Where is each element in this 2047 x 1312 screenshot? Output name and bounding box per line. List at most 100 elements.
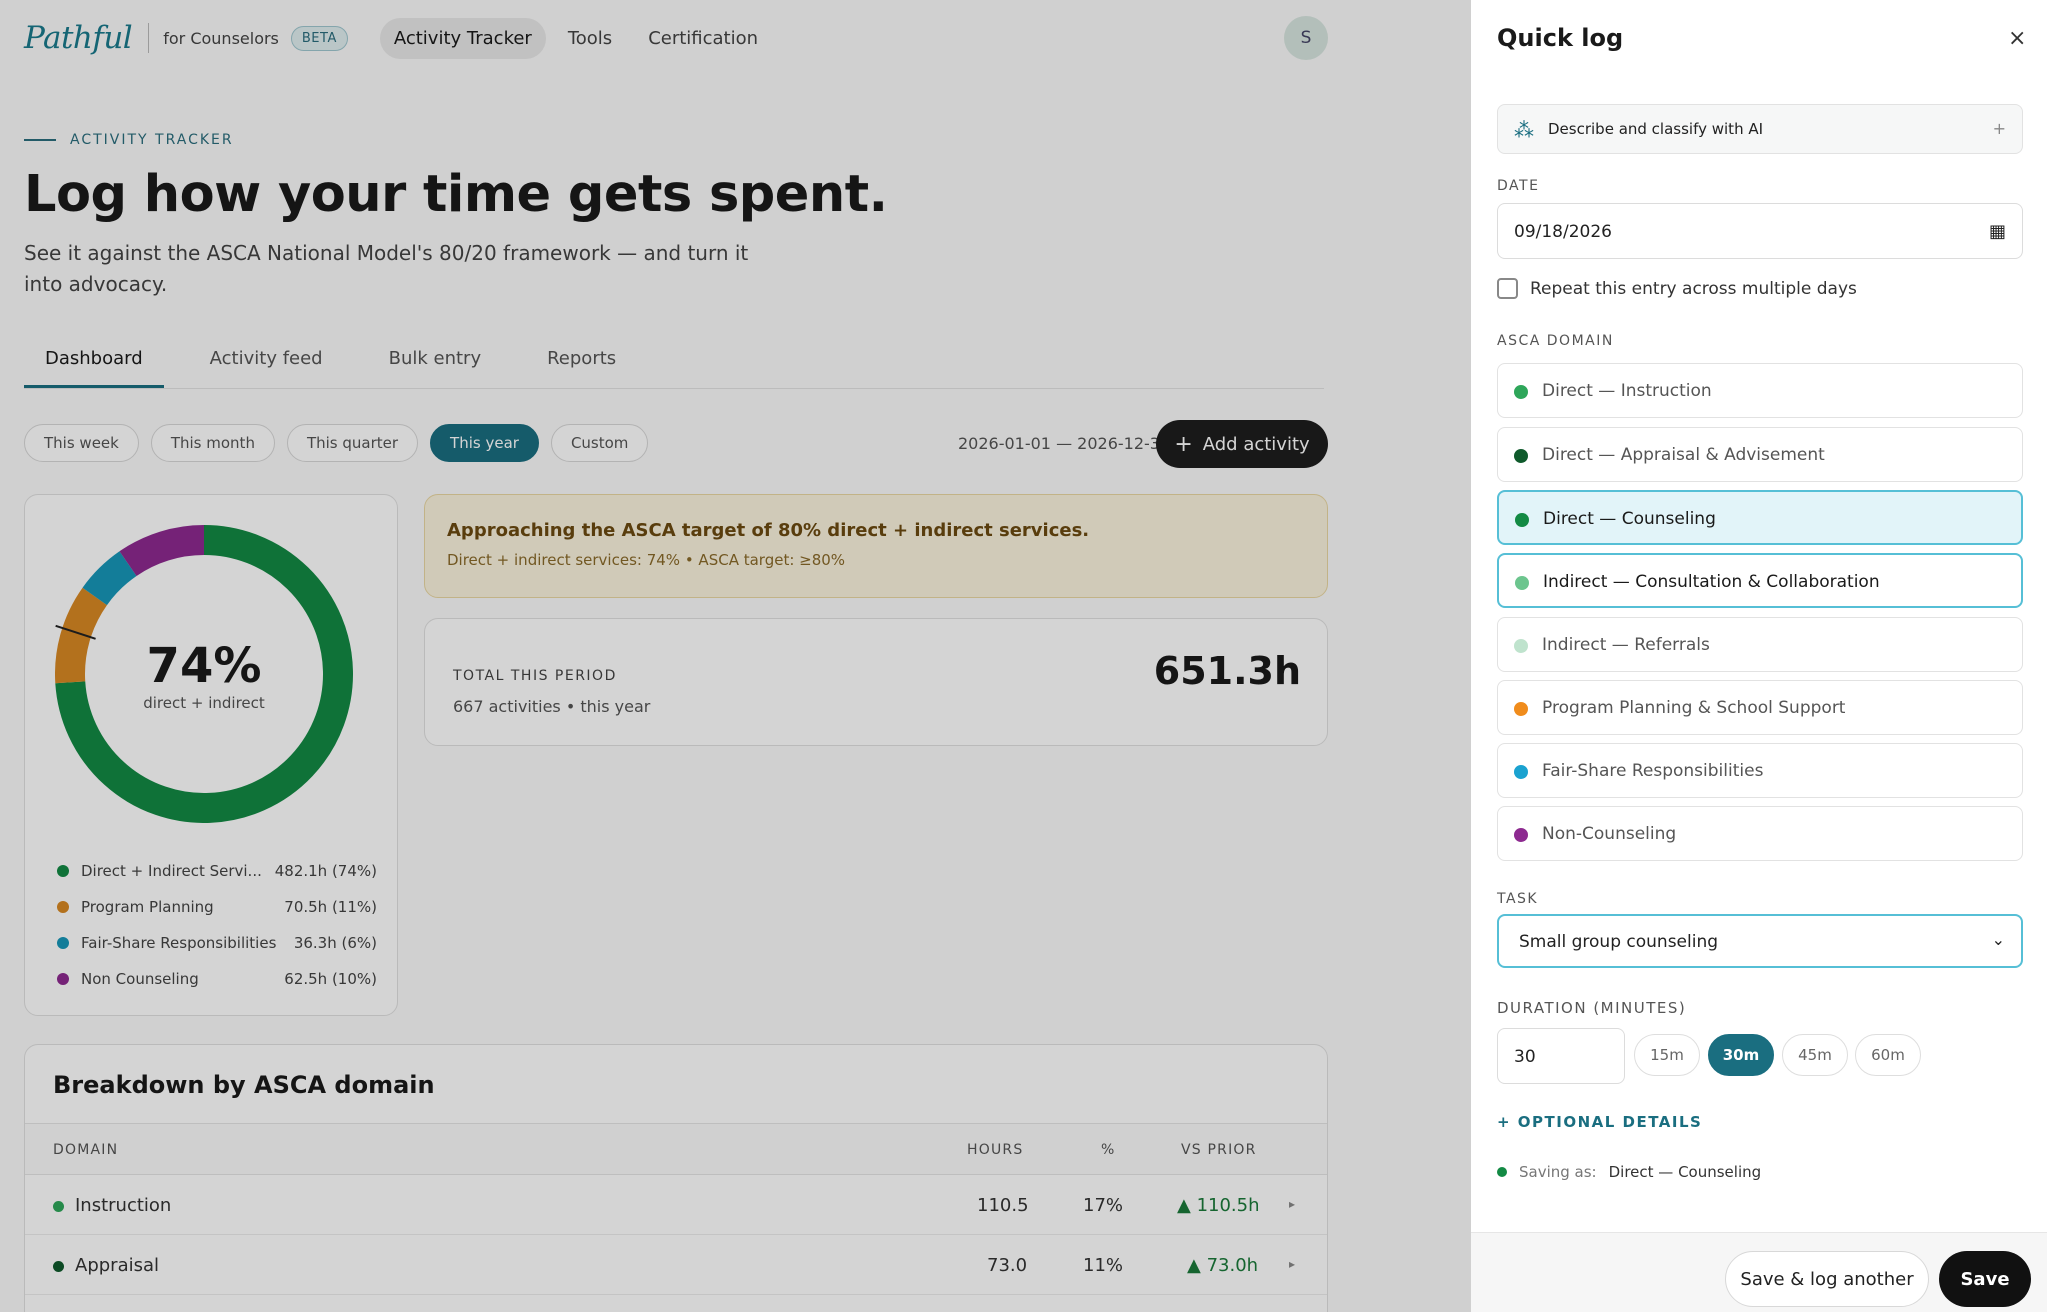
- tab-dashboard[interactable]: Dashboard: [24, 340, 164, 388]
- tab-reports[interactable]: Reports: [527, 340, 636, 388]
- eyebrow-text: ACTIVITY TRACKER: [70, 132, 234, 148]
- legend-name: Fair-Share Responsibilities: [81, 934, 277, 952]
- period-this-year[interactable]: This year: [430, 424, 539, 462]
- duration-value: 30: [1514, 1047, 1536, 1067]
- period-custom[interactable]: Custom: [550, 424, 649, 462]
- legend-value: 36.3h (6%): [293, 934, 377, 952]
- chevron-right-icon[interactable]: ▸: [1289, 1257, 1295, 1271]
- duration-preset-60m[interactable]: 60m: [1855, 1034, 1921, 1076]
- task-value: Small group counseling: [1519, 932, 1719, 952]
- domain-option-consultation[interactable]: Indirect — Consultation & Collaboration: [1497, 553, 2023, 608]
- top-nav: Pathful for Counselors BETA Activity Tra…: [0, 0, 1471, 76]
- chevron-right-icon[interactable]: ▸: [1289, 1197, 1295, 1211]
- legend-value: 70.5h (11%): [284, 898, 377, 916]
- add-activity-button[interactable]: + Add activity: [1156, 420, 1328, 468]
- legend-name: Non Counseling: [81, 970, 199, 988]
- tab-activity-feed[interactable]: Activity feed: [190, 340, 343, 388]
- repeat-option[interactable]: Repeat this entry across multiple days: [1497, 278, 1857, 299]
- domain-dot: [1515, 513, 1529, 527]
- legend-name: Direct + Indirect Servi...: [81, 862, 262, 880]
- th-vs-prior: VS PRIOR: [1181, 1142, 1257, 1158]
- period-this-month[interactable]: This month: [150, 424, 275, 462]
- domain-option-counseling[interactable]: Direct — Counseling: [1497, 490, 2023, 545]
- domain-option-referrals[interactable]: Indirect — Referrals: [1497, 617, 2023, 672]
- domain-dot: [53, 1201, 64, 1212]
- th-domain: DOMAIN: [53, 1142, 119, 1158]
- date-range: 2026-01-01 — 2026-12-31: [958, 434, 1171, 453]
- domain-dot: [1515, 576, 1529, 590]
- panel-footer: Save & log another Save: [1471, 1232, 2047, 1312]
- total-value: 651.3h: [1153, 649, 1301, 693]
- legend-dot: [57, 865, 69, 877]
- legend-dot: [57, 937, 69, 949]
- period-filters: This week This month This quarter This y…: [24, 424, 649, 462]
- tab-bulk-entry[interactable]: Bulk entry: [369, 340, 502, 388]
- donut-segment-3[interactable]: [119, 525, 205, 577]
- date-field[interactable]: 09/18/2026 ▦: [1497, 203, 2023, 259]
- date-value: 09/18/2026: [1514, 222, 1612, 242]
- donut-segment-2[interactable]: [82, 551, 137, 606]
- main-nav: Activity Tracker Tools Certification: [379, 17, 772, 59]
- total-label: TOTAL THIS PERIOD: [453, 668, 617, 684]
- nav-certification[interactable]: Certification: [634, 18, 772, 59]
- alert-title: Approaching the ASCA target of 80% direc…: [447, 520, 1090, 541]
- duration-input[interactable]: 30: [1497, 1028, 1625, 1084]
- eyebrow: ACTIVITY TRACKER: [24, 132, 234, 148]
- domain-option-label: Direct — Appraisal & Advisement: [1542, 445, 1825, 465]
- panel-title: Quick log: [1497, 24, 1624, 52]
- duration-preset-15m[interactable]: 15m: [1634, 1034, 1700, 1076]
- domain-option-appraisal[interactable]: Direct — Appraisal & Advisement: [1497, 427, 2023, 482]
- calendar-icon[interactable]: ▦: [1989, 221, 2006, 242]
- duration-preset-30m[interactable]: 30m: [1708, 1034, 1774, 1076]
- table-row[interactable]: Appraisal 73.0 11% ▲ 73.0h ▸: [25, 1235, 1327, 1295]
- domain-option-label: Direct — Counseling: [1543, 509, 1716, 529]
- domain-dot: [1514, 702, 1528, 716]
- cell-domain: Appraisal: [75, 1255, 160, 1276]
- ai-classify-toggle[interactable]: ⁂ Describe and classify with AI +: [1497, 104, 2023, 154]
- period-this-quarter[interactable]: This quarter: [286, 424, 419, 462]
- cell-hours: 110.5: [977, 1195, 1029, 1216]
- domain-option-label: Indirect — Referrals: [1542, 635, 1710, 655]
- save-and-log-another-button[interactable]: Save & log another: [1725, 1251, 1929, 1307]
- user-avatar[interactable]: S: [1284, 16, 1328, 60]
- legend-value: 62.5h (10%): [284, 970, 377, 988]
- ai-classify-label: Describe and classify with AI: [1548, 120, 1764, 138]
- tab-bar: Dashboard Activity feed Bulk entry Repor…: [24, 340, 636, 388]
- divider: [148, 23, 150, 53]
- repeat-checkbox[interactable]: [1497, 278, 1518, 299]
- nav-activity-tracker[interactable]: Activity Tracker: [379, 17, 546, 59]
- saving-as-value: Direct — Counseling: [1608, 1163, 1762, 1181]
- domain-dot: [1514, 765, 1528, 779]
- th-hours: HOURS: [967, 1142, 1024, 1158]
- saving-dot: [1497, 1167, 1507, 1177]
- tabs-divider: [24, 388, 1324, 389]
- save-button[interactable]: Save: [1939, 1251, 2031, 1307]
- total-card: TOTAL THIS PERIOD 667 activities • this …: [424, 618, 1328, 746]
- quick-log-panel: Quick log × ⁂ Describe and classify with…: [1471, 0, 2047, 1312]
- nav-tools[interactable]: Tools: [554, 18, 626, 59]
- page-lede: See it against the ASCA National Model's…: [24, 241, 749, 296]
- breakdown-title: Breakdown by ASCA domain: [53, 1071, 435, 1099]
- pathful-logo[interactable]: Pathful: [24, 20, 133, 56]
- duration-preset-45m[interactable]: 45m: [1782, 1034, 1848, 1076]
- chevron-down-icon: ⌄: [1991, 930, 2005, 949]
- domain-dot: [1514, 449, 1528, 463]
- domain-option-non-counseling[interactable]: Non-Counseling: [1497, 806, 2023, 861]
- domain-dot: [53, 1261, 64, 1272]
- app-background: Pathful for Counselors BETA Activity Tra…: [0, 0, 1471, 1312]
- domain-option-fair-share[interactable]: Fair-Share Responsibilities: [1497, 743, 2023, 798]
- period-this-week[interactable]: This week: [24, 424, 139, 462]
- add-activity-label: Add activity: [1202, 433, 1310, 455]
- breakdown-card: Breakdown by ASCA domain DOMAIN HOURS % …: [24, 1044, 1328, 1312]
- domain-option-program-planning[interactable]: Program Planning & School Support: [1497, 680, 2023, 735]
- donut-legend: Direct + Indirect Servi... 482.1h (74%) …: [57, 853, 377, 997]
- domain-option-instruction[interactable]: Direct — Instruction: [1497, 363, 2023, 418]
- saving-as-label: Saving as:: [1519, 1163, 1597, 1181]
- task-select[interactable]: Small group counseling ⌄: [1497, 914, 2023, 968]
- close-icon[interactable]: ×: [2008, 26, 2026, 51]
- table-row[interactable]: Instruction 110.5 17% ▲ 110.5h ▸: [25, 1175, 1327, 1235]
- domain-dot: [1514, 639, 1528, 653]
- target-alert: Approaching the ASCA target of 80% direc…: [424, 494, 1328, 598]
- legend-dot: [57, 901, 69, 913]
- optional-details-link[interactable]: + OPTIONAL DETAILS: [1497, 1113, 1702, 1131]
